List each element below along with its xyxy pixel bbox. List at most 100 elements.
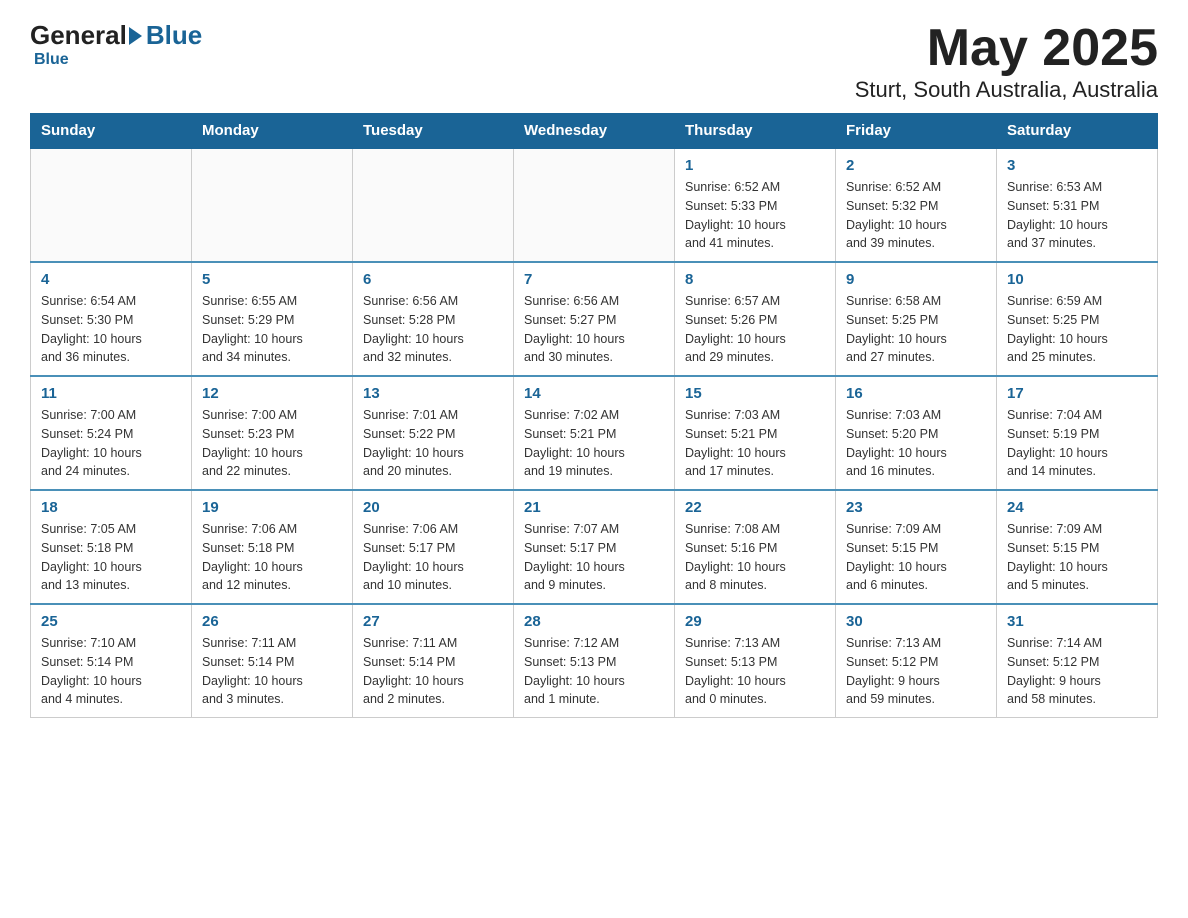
col-header-saturday: Saturday — [997, 114, 1158, 149]
logo-blue-text: Blue — [146, 20, 202, 51]
day-info: Sunrise: 7:13 AMSunset: 5:13 PMDaylight:… — [685, 634, 825, 709]
calendar-cell: 27 Sunrise: 7:11 AMSunset: 5:14 PMDayligh… — [353, 604, 514, 718]
day-info: Sunrise: 7:00 AMSunset: 5:23 PMDaylight:… — [202, 406, 342, 481]
day-info: Sunrise: 6:52 AMSunset: 5:33 PMDaylight:… — [685, 178, 825, 253]
day-info: Sunrise: 7:09 AMSunset: 5:15 PMDaylight:… — [1007, 520, 1147, 595]
day-info: Sunrise: 6:56 AMSunset: 5:27 PMDaylight:… — [524, 292, 664, 367]
day-info: Sunrise: 7:14 AMSunset: 5:12 PMDaylight:… — [1007, 634, 1147, 709]
day-number: 25 — [41, 613, 181, 630]
day-info: Sunrise: 6:55 AMSunset: 5:29 PMDaylight:… — [202, 292, 342, 367]
day-number: 23 — [846, 499, 986, 516]
day-info: Sunrise: 6:53 AMSunset: 5:31 PMDaylight:… — [1007, 178, 1147, 253]
calendar-cell: 29 Sunrise: 7:13 AMSunset: 5:13 PMDayligh… — [675, 604, 836, 718]
calendar-cell: 1 Sunrise: 6:52 AMSunset: 5:33 PMDaylight… — [675, 148, 836, 262]
calendar-cell: 25 Sunrise: 7:10 AMSunset: 5:14 PMDayligh… — [31, 604, 192, 718]
day-number: 7 — [524, 271, 664, 288]
day-info: Sunrise: 6:57 AMSunset: 5:26 PMDaylight:… — [685, 292, 825, 367]
day-number: 16 — [846, 385, 986, 402]
calendar-week-row: 25 Sunrise: 7:10 AMSunset: 5:14 PMDayligh… — [31, 604, 1158, 718]
logo: General Blue Blue — [30, 20, 202, 69]
day-number: 28 — [524, 613, 664, 630]
calendar-table: SundayMondayTuesdayWednesdayThursdayFrid… — [30, 113, 1158, 718]
calendar-week-row: 4 Sunrise: 6:54 AMSunset: 5:30 PMDaylight… — [31, 262, 1158, 376]
calendar-cell: 28 Sunrise: 7:12 AMSunset: 5:13 PMDayligh… — [514, 604, 675, 718]
day-info: Sunrise: 6:59 AMSunset: 5:25 PMDaylight:… — [1007, 292, 1147, 367]
calendar-cell: 23Sunrise: 7:09 AMSunset: 5:15 PMDayligh… — [836, 490, 997, 604]
logo-wordmark: General Blue — [30, 20, 202, 51]
day-info: Sunrise: 7:03 AMSunset: 5:20 PMDaylight:… — [846, 406, 986, 481]
calendar-cell: 5 Sunrise: 6:55 AMSunset: 5:29 PMDaylight… — [192, 262, 353, 376]
day-info: Sunrise: 6:54 AMSunset: 5:30 PMDaylight:… — [41, 292, 181, 367]
calendar-cell: 16 Sunrise: 7:03 AMSunset: 5:20 PMDayligh… — [836, 376, 997, 490]
calendar-cell: 8Sunrise: 6:57 AMSunset: 5:26 PMDaylight… — [675, 262, 836, 376]
col-header-tuesday: Tuesday — [353, 114, 514, 149]
logo-arrow-icon — [129, 27, 142, 45]
day-number: 5 — [202, 271, 342, 288]
day-number: 29 — [685, 613, 825, 630]
day-info: Sunrise: 7:08 AMSunset: 5:16 PMDaylight:… — [685, 520, 825, 595]
day-number: 27 — [363, 613, 503, 630]
calendar-cell: 13Sunrise: 7:01 AMSunset: 5:22 PMDayligh… — [353, 376, 514, 490]
day-info: Sunrise: 7:03 AMSunset: 5:21 PMDaylight:… — [685, 406, 825, 481]
calendar-cell — [31, 148, 192, 262]
calendar-cell: 31 Sunrise: 7:14 AMSunset: 5:12 PMDayligh… — [997, 604, 1158, 718]
col-header-friday: Friday — [836, 114, 997, 149]
col-header-monday: Monday — [192, 114, 353, 149]
day-number: 12 — [202, 385, 342, 402]
calendar-cell: 26Sunrise: 7:11 AMSunset: 5:14 PMDayligh… — [192, 604, 353, 718]
calendar-cell: 2Sunrise: 6:52 AMSunset: 5:32 PMDaylight… — [836, 148, 997, 262]
day-info: Sunrise: 7:06 AMSunset: 5:17 PMDaylight:… — [363, 520, 503, 595]
day-number: 18 — [41, 499, 181, 516]
calendar-cell: 10 Sunrise: 6:59 AMSunset: 5:25 PMDayligh… — [997, 262, 1158, 376]
col-header-sunday: Sunday — [31, 114, 192, 149]
day-number: 14 — [524, 385, 664, 402]
calendar-week-row: 18 Sunrise: 7:05 AMSunset: 5:18 PMDayligh… — [31, 490, 1158, 604]
day-info: Sunrise: 7:04 AMSunset: 5:19 PMDaylight:… — [1007, 406, 1147, 481]
calendar-cell: 9 Sunrise: 6:58 AMSunset: 5:25 PMDaylight… — [836, 262, 997, 376]
calendar-cell: 24Sunrise: 7:09 AMSunset: 5:15 PMDayligh… — [997, 490, 1158, 604]
day-info: Sunrise: 7:13 AMSunset: 5:12 PMDaylight:… — [846, 634, 986, 709]
col-header-thursday: Thursday — [675, 114, 836, 149]
day-number: 3 — [1007, 157, 1147, 174]
calendar-week-row: 1 Sunrise: 6:52 AMSunset: 5:33 PMDaylight… — [31, 148, 1158, 262]
day-info: Sunrise: 7:10 AMSunset: 5:14 PMDaylight:… — [41, 634, 181, 709]
calendar-cell: 12 Sunrise: 7:00 AMSunset: 5:23 PMDayligh… — [192, 376, 353, 490]
calendar-cell: 17 Sunrise: 7:04 AMSunset: 5:19 PMDayligh… — [997, 376, 1158, 490]
day-number: 1 — [685, 157, 825, 174]
day-number: 10 — [1007, 271, 1147, 288]
day-number: 31 — [1007, 613, 1147, 630]
day-number: 9 — [846, 271, 986, 288]
calendar-week-row: 11 Sunrise: 7:00 AMSunset: 5:24 PMDayligh… — [31, 376, 1158, 490]
day-number: 13 — [363, 385, 503, 402]
calendar-cell: 11 Sunrise: 7:00 AMSunset: 5:24 PMDayligh… — [31, 376, 192, 490]
day-info: Sunrise: 7:11 AMSunset: 5:14 PMDaylight:… — [202, 634, 342, 709]
calendar-cell — [514, 148, 675, 262]
day-info: Sunrise: 7:11 AMSunset: 5:14 PMDaylight:… — [363, 634, 503, 709]
day-number: 11 — [41, 385, 181, 402]
day-number: 20 — [363, 499, 503, 516]
day-number: 15 — [685, 385, 825, 402]
calendar-cell: 4 Sunrise: 6:54 AMSunset: 5:30 PMDaylight… — [31, 262, 192, 376]
calendar-cell: 6Sunrise: 6:56 AMSunset: 5:28 PMDaylight… — [353, 262, 514, 376]
calendar-cell: 30 Sunrise: 7:13 AMSunset: 5:12 PMDayligh… — [836, 604, 997, 718]
day-info: Sunrise: 7:12 AMSunset: 5:13 PMDaylight:… — [524, 634, 664, 709]
calendar-header-row: SundayMondayTuesdayWednesdayThursdayFrid… — [31, 114, 1158, 149]
day-number: 21 — [524, 499, 664, 516]
calendar-cell: 19Sunrise: 7:06 AMSunset: 5:18 PMDayligh… — [192, 490, 353, 604]
day-number: 30 — [846, 613, 986, 630]
calendar-cell: 21Sunrise: 7:07 AMSunset: 5:17 PMDayligh… — [514, 490, 675, 604]
calendar-month-year: May 2025 — [855, 20, 1158, 77]
calendar-cell: 20 Sunrise: 7:06 AMSunset: 5:17 PMDayligh… — [353, 490, 514, 604]
calendar-cell: 15 Sunrise: 7:03 AMSunset: 5:21 PMDayligh… — [675, 376, 836, 490]
col-header-wednesday: Wednesday — [514, 114, 675, 149]
day-info: Sunrise: 6:58 AMSunset: 5:25 PMDaylight:… — [846, 292, 986, 367]
day-info: Sunrise: 7:05 AMSunset: 5:18 PMDaylight:… — [41, 520, 181, 595]
calendar-cell: 18 Sunrise: 7:05 AMSunset: 5:18 PMDayligh… — [31, 490, 192, 604]
page-header: General Blue Blue May 2025 Sturt, South … — [30, 20, 1158, 103]
day-number: 17 — [1007, 385, 1147, 402]
calendar-cell — [192, 148, 353, 262]
day-info: Sunrise: 7:06 AMSunset: 5:18 PMDaylight:… — [202, 520, 342, 595]
day-info: Sunrise: 7:00 AMSunset: 5:24 PMDaylight:… — [41, 406, 181, 481]
day-number: 4 — [41, 271, 181, 288]
day-info: Sunrise: 7:02 AMSunset: 5:21 PMDaylight:… — [524, 406, 664, 481]
